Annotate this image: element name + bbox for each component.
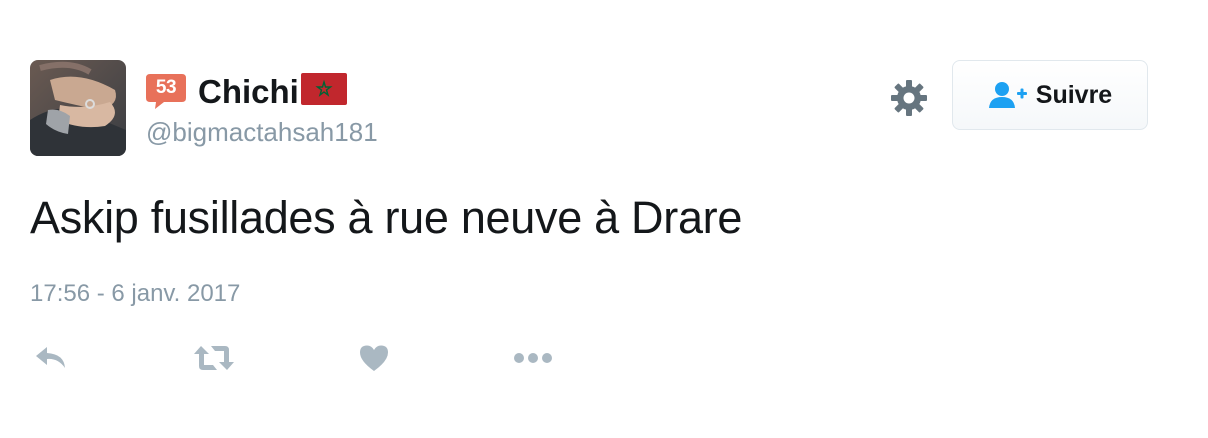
follower-badge: 53 bbox=[146, 74, 186, 110]
follow-button-label: Suivre bbox=[1035, 80, 1113, 109]
morocco-flag-icon bbox=[300, 73, 347, 105]
more-icon bbox=[514, 353, 552, 363]
retweet-button[interactable] bbox=[193, 338, 235, 378]
display-name[interactable]: Chichi bbox=[198, 72, 299, 112]
user-plus-icon bbox=[988, 80, 1028, 110]
tweet-text: Askip fusillades à rue neuve à Drare bbox=[30, 192, 743, 243]
like-button[interactable] bbox=[359, 338, 389, 378]
retweet-icon bbox=[194, 346, 234, 370]
tweet-timestamp[interactable]: 17:56 - 6 janv. 2017 bbox=[30, 279, 240, 309]
tweet-card: 53 Chichi @bigmactahsah181 Suivre Askip … bbox=[0, 0, 1208, 438]
like-icon bbox=[360, 345, 388, 371]
gear-icon[interactable] bbox=[890, 79, 928, 117]
more-button[interactable] bbox=[513, 338, 553, 378]
user-handle[interactable]: @bigmactahsah181 bbox=[146, 115, 378, 149]
avatar[interactable] bbox=[30, 60, 126, 156]
name-row: 53 Chichi bbox=[146, 72, 347, 112]
reply-button[interactable] bbox=[34, 338, 68, 378]
badge-number: 53 bbox=[155, 77, 177, 98]
follow-button[interactable]: Suivre bbox=[952, 60, 1148, 130]
reply-icon bbox=[36, 347, 65, 368]
